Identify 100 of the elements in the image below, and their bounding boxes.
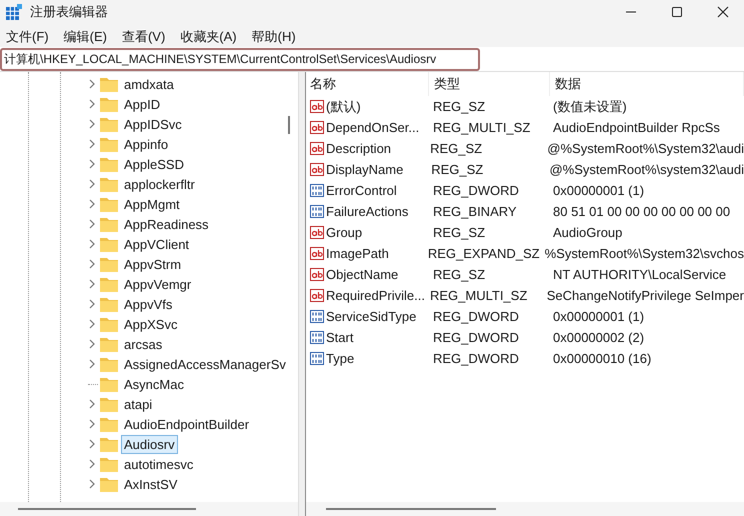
- folder-icon: [100, 96, 118, 112]
- close-icon[interactable]: [717, 6, 729, 18]
- value-name[interactable]: DisplayName: [326, 162, 404, 177]
- chevron-icon[interactable]: [88, 459, 96, 469]
- folder-icon: [100, 456, 118, 472]
- string-value-icon: [310, 141, 324, 156]
- chevron-icon[interactable]: [88, 239, 96, 249]
- splitter[interactable]: [298, 72, 306, 516]
- value-name[interactable]: FailureActions: [326, 204, 408, 219]
- tree-item[interactable]: Appinfo: [121, 134, 172, 154]
- column-header[interactable]: 类型: [429, 72, 550, 96]
- tree-item[interactable]: AudioEndpointBuilder: [121, 414, 252, 434]
- folder-icon: [100, 356, 118, 372]
- chevron-icon[interactable]: [88, 439, 96, 449]
- tree-item[interactable]: AppleSSD: [121, 154, 187, 174]
- chevron-icon[interactable]: [88, 359, 96, 369]
- value-name[interactable]: ServiceSidType: [326, 309, 416, 324]
- folder-icon: [100, 296, 118, 312]
- value-name[interactable]: Group: [326, 225, 362, 240]
- folder-icon: [100, 316, 118, 332]
- tree-item[interactable]: applockerfltr: [121, 174, 198, 194]
- string-value-icon: [310, 225, 324, 240]
- menu-item[interactable]: 编辑(E): [64, 28, 107, 46]
- menu-item[interactable]: 查看(V): [122, 28, 166, 46]
- value-name[interactable]: ObjectName: [326, 267, 398, 282]
- binary-value-icon: [310, 183, 324, 198]
- chevron-icon[interactable]: [88, 259, 96, 269]
- chevron-icon[interactable]: [88, 119, 96, 129]
- chevron-icon[interactable]: [88, 159, 96, 169]
- folder-icon: [100, 216, 118, 232]
- tree-item[interactable]: AssignedAccessManagerSv: [121, 354, 289, 374]
- tree-item[interactable]: AxInstSV: [121, 474, 180, 494]
- chevron-icon[interactable]: [88, 279, 96, 289]
- menu-item[interactable]: 帮助(H): [252, 28, 296, 46]
- tree-item[interactable]: amdxata: [121, 74, 177, 94]
- scrollbar-thumb[interactable]: [18, 508, 196, 510]
- value-data: AudioEndpointBuilder RpcSs: [552, 120, 721, 135]
- address-field[interactable]: 计算机\HKEY_LOCAL_MACHINE\SYSTEM\CurrentControlSet\Services\Audiosrv: [0, 48, 480, 71]
- column-header[interactable]: 名称: [306, 72, 429, 96]
- folder-icon: [100, 196, 118, 212]
- value-name[interactable]: DependOnSer...: [326, 120, 420, 135]
- scrollbar-thumb[interactable]: [288, 116, 290, 134]
- value-type: REG_BINARY: [432, 204, 518, 219]
- chevron-icon[interactable]: [88, 399, 96, 409]
- tree-item[interactable]: AsyncMac: [121, 374, 187, 394]
- chevron-icon[interactable]: [88, 419, 96, 429]
- tree-item[interactable]: AppvVfs: [121, 294, 176, 314]
- value-name[interactable]: ImagePath: [326, 246, 389, 261]
- menu-item[interactable]: 文件(F): [6, 28, 49, 46]
- value-type: REG_MULTI_SZ: [432, 120, 532, 135]
- chevron-icon[interactable]: [88, 319, 96, 329]
- chevron-icon[interactable]: [88, 99, 96, 109]
- value-data: 0x00000010 (16): [552, 351, 652, 366]
- binary-value-icon: [310, 330, 324, 345]
- chevron-icon[interactable]: [88, 479, 96, 489]
- maximize-icon[interactable]: [671, 6, 683, 18]
- chevron-icon[interactable]: [88, 339, 96, 349]
- tree-item[interactable]: AppVClient: [121, 234, 192, 254]
- tree-item[interactable]: autotimesvc: [121, 454, 196, 474]
- menu-item[interactable]: 收藏夹(A): [180, 28, 237, 46]
- chevron-icon[interactable]: [88, 299, 96, 309]
- tree-item[interactable]: arcsas: [121, 334, 166, 354]
- column-header[interactable]: 数据: [550, 72, 744, 96]
- chevron-icon[interactable]: [88, 179, 96, 189]
- folder-icon: [100, 336, 118, 352]
- folder-icon: [100, 256, 118, 272]
- value-data: SeChangeNotifyPrivilege SeImper: [546, 288, 744, 303]
- value-name[interactable]: Description: [326, 141, 392, 156]
- folder-icon: [100, 416, 118, 432]
- registry-icon: [6, 4, 22, 20]
- chevron-icon[interactable]: [88, 139, 96, 149]
- value-name[interactable]: RequiredPrivile...: [326, 288, 425, 303]
- value-type: REG_EXPAND_SZ: [426, 246, 540, 261]
- folder-icon: [100, 236, 118, 252]
- value-type: REG_DWORD: [432, 309, 520, 324]
- tree-item[interactable]: AppvStrm: [121, 254, 184, 274]
- tree-item[interactable]: AppID: [121, 94, 164, 114]
- chevron-icon[interactable]: [88, 199, 96, 209]
- tree-item[interactable]: AppMgmt: [121, 194, 183, 214]
- value-type: REG_DWORD: [432, 351, 520, 366]
- value-name[interactable]: ErrorControl: [326, 183, 397, 198]
- tree-item[interactable]: AppvVemgr: [121, 274, 194, 294]
- scrollbar-thumb[interactable]: [326, 508, 496, 510]
- value-data: @%SystemRoot%\System32\audi: [546, 141, 744, 156]
- folder-icon: [100, 436, 118, 452]
- value-name[interactable]: Type: [326, 351, 354, 366]
- value-name[interactable]: Start: [326, 330, 354, 345]
- tree-item[interactable]: AppIDSvc: [121, 114, 185, 134]
- tree-item[interactable]: AppReadiness: [121, 214, 212, 234]
- chevron-icon[interactable]: [88, 79, 96, 89]
- chevron-icon[interactable]: [88, 219, 96, 229]
- value-data: %SystemRoot%\System32\svchos: [544, 246, 744, 261]
- folder-icon: [100, 176, 118, 192]
- value-name[interactable]: (默认): [326, 98, 361, 116]
- tree-item[interactable]: Audiosrv: [121, 434, 178, 454]
- string-value-icon: [310, 267, 324, 282]
- tree-item[interactable]: atapi: [121, 394, 156, 414]
- window-title: 注册表编辑器: [30, 3, 108, 21]
- tree-item[interactable]: AppXSvc: [121, 314, 180, 334]
- folder-icon: [100, 396, 118, 412]
